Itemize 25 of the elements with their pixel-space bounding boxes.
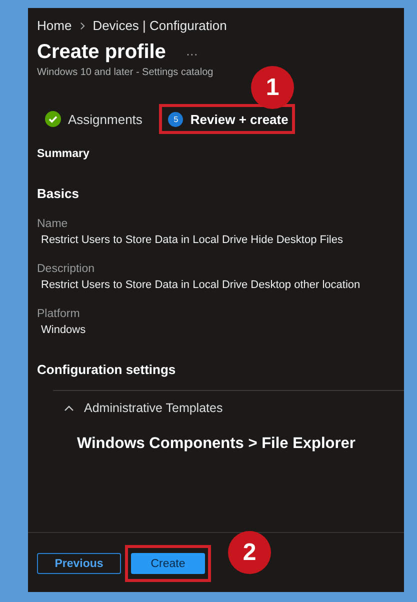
breadcrumb-link[interactable]: Devices | Configuration (92, 18, 227, 33)
step-number: 5 (168, 112, 184, 126)
field-value: Restrict Users to Store Data in Local Drive Hide Desktop Files (40, 234, 344, 246)
callout-number: 2 (228, 531, 271, 574)
breadcrumb-link[interactable]: Home (37, 18, 72, 33)
summary-heading: Summary (37, 148, 90, 160)
field-label: Platform (37, 308, 81, 320)
page-title: Create profile (37, 41, 166, 64)
category-path: Windows Components > File Explorer (77, 435, 356, 453)
field-value: Windows (40, 324, 87, 336)
group-toggle[interactable]: Administrative Templates (64, 401, 404, 415)
field-label: Description (37, 263, 96, 275)
wizard-tab[interactable]: Assignments (36, 104, 150, 134)
callout-number: 1 (251, 66, 294, 109)
field-value: Restrict Users to Store Data in Local Drive Desktop other location (40, 279, 362, 291)
caret-icon (64, 405, 74, 411)
check-icon (45, 111, 61, 127)
field-label: Name (37, 218, 69, 230)
chevron-icon (80, 22, 85, 30)
page-subtitle: Windows 10 and later - Settings catalog (37, 67, 214, 78)
create-button[interactable]: Create (131, 553, 205, 574)
section-heading: Configuration settings (37, 362, 177, 377)
more-button[interactable]: ··· (186, 47, 198, 61)
previous-button[interactable]: Previous (37, 553, 121, 574)
section-heading: Basics (37, 186, 80, 201)
